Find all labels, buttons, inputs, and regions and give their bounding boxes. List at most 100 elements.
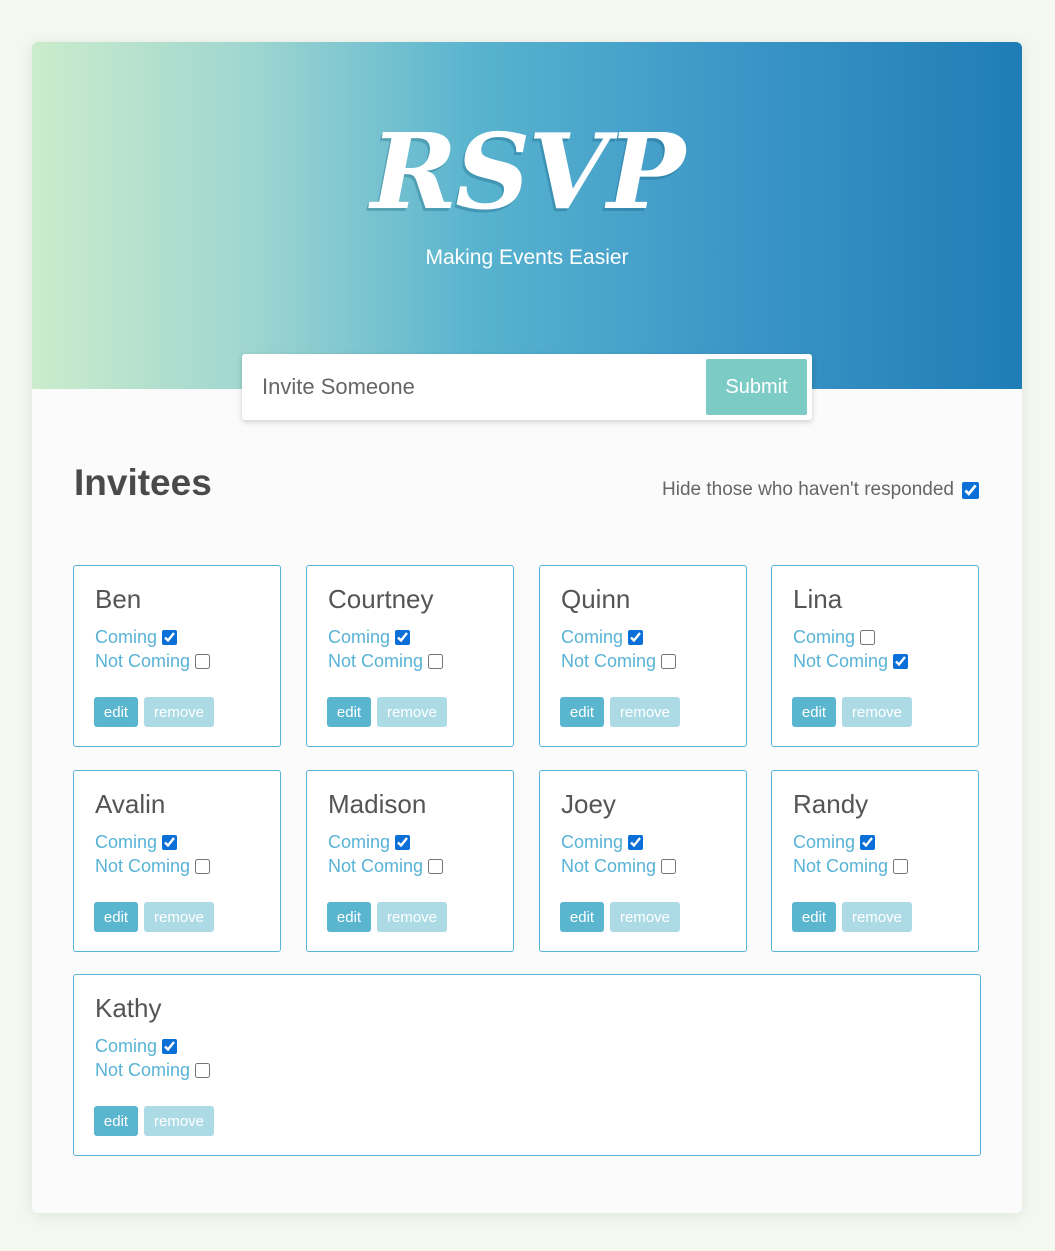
edit-button[interactable]: edit [792,902,836,932]
tagline: Making Events Easier [425,246,629,269]
coming-checkbox[interactable] [162,835,178,850]
invitee-card: Madison Coming Not Coming edit remove [306,770,514,952]
edit-button[interactable]: edit [94,902,138,932]
hide-unresponded-filter[interactable]: Hide those who haven't responded [662,479,979,501]
coming-label: Coming [561,832,624,852]
not-coming-label: Not Coming [95,1060,191,1080]
invitee-card: Quinn Coming Not Coming edit remove [539,565,747,747]
not-coming-checkbox[interactable] [893,654,909,669]
coming-option[interactable]: Coming [561,832,644,853]
remove-button[interactable]: remove [842,697,912,727]
remove-button[interactable]: remove [610,902,680,932]
filter-label: Hide those who haven't responded [662,479,954,500]
coming-option[interactable]: Coming [793,832,876,853]
edit-button[interactable]: edit [560,697,604,727]
remove-button[interactable]: remove [377,902,447,932]
not-coming-checkbox[interactable] [195,654,211,669]
invitee-card: Courtney Coming Not Coming edit remove [306,565,514,747]
header-banner: RSVP Making Events Easier [32,42,1022,389]
not-coming-option[interactable]: Not Coming [95,1060,211,1081]
edit-button[interactable]: edit [560,902,604,932]
invitee-card: Avalin Coming Not Coming edit remove [73,770,281,952]
remove-button[interactable]: remove [144,902,214,932]
coming-checkbox[interactable] [860,630,876,645]
coming-checkbox[interactable] [628,835,644,850]
coming-label: Coming [328,832,391,852]
not-coming-label: Not Coming [561,856,657,876]
invitee-card: Kathy Coming Not Coming edit remove [73,974,981,1156]
remove-button[interactable]: remove [144,1106,214,1136]
hide-unresponded-checkbox[interactable] [962,481,979,499]
coming-checkbox[interactable] [395,630,411,645]
not-coming-checkbox[interactable] [661,859,677,874]
not-coming-label: Not Coming [793,651,889,671]
coming-label: Coming [95,627,158,647]
coming-option[interactable]: Coming [328,832,411,853]
invitee-name: Joey [561,789,616,819]
not-coming-checkbox[interactable] [893,859,909,874]
not-coming-label: Not Coming [328,856,424,876]
edit-button[interactable]: edit [94,697,138,727]
rsvp-logo: RSVP [370,110,685,233]
coming-checkbox[interactable] [860,835,876,850]
edit-button[interactable]: edit [327,902,371,932]
coming-label: Coming [561,627,624,647]
invitee-card: Ben Coming Not Coming edit remove [73,565,281,747]
not-coming-checkbox[interactable] [428,654,444,669]
coming-checkbox[interactable] [162,1039,178,1054]
invitee-card: Randy Coming Not Coming edit remove [771,770,979,952]
not-coming-option[interactable]: Not Coming [561,856,677,877]
not-coming-checkbox[interactable] [661,654,677,669]
remove-button[interactable]: remove [144,697,214,727]
edit-button[interactable]: edit [327,697,371,727]
coming-checkbox[interactable] [395,835,411,850]
edit-button[interactable]: edit [792,697,836,727]
coming-checkbox[interactable] [162,630,178,645]
submit-button[interactable]: Submit [706,359,807,415]
not-coming-label: Not Coming [328,651,424,671]
coming-label: Coming [95,832,158,852]
coming-label: Coming [793,627,856,647]
invitees-heading: Invitees [74,462,212,503]
remove-button[interactable]: remove [377,697,447,727]
coming-option[interactable]: Coming [328,627,411,648]
invitee-name: Avalin [95,789,166,819]
not-coming-option[interactable]: Not Coming [328,856,444,877]
coming-option[interactable]: Coming [793,627,876,648]
not-coming-option[interactable]: Not Coming [793,856,909,877]
not-coming-label: Not Coming [561,651,657,671]
not-coming-label: Not Coming [95,856,191,876]
invitee-name: Lina [793,584,843,614]
coming-label: Coming [95,1036,158,1056]
not-coming-checkbox[interactable] [195,859,211,874]
remove-button[interactable]: remove [842,902,912,932]
edit-button[interactable]: edit [94,1106,138,1136]
coming-option[interactable]: Coming [561,627,644,648]
invitee-name: Courtney [328,584,434,614]
not-coming-option[interactable]: Not Coming [793,651,909,672]
invitee-name: Randy [793,789,869,819]
coming-option[interactable]: Coming [95,1036,178,1057]
not-coming-label: Not Coming [793,856,889,876]
not-coming-option[interactable]: Not Coming [95,856,211,877]
app-container: RSVP Making Events Easier Submit Invitee… [32,42,1022,1213]
coming-label: Coming [793,832,856,852]
not-coming-checkbox[interactable] [428,859,444,874]
invite-input[interactable] [242,354,702,420]
coming-checkbox[interactable] [628,630,644,645]
invitee-name: Ben [95,584,142,614]
coming-option[interactable]: Coming [95,627,178,648]
invitee-card: Joey Coming Not Coming edit remove [539,770,747,952]
invitee-name: Kathy [95,993,162,1023]
invitee-card: Lina Coming Not Coming edit remove [771,565,979,747]
remove-button[interactable]: remove [610,697,680,727]
invitee-name: Quinn [561,584,631,614]
not-coming-option[interactable]: Not Coming [95,651,211,672]
invite-form: Submit [242,354,812,420]
not-coming-option[interactable]: Not Coming [561,651,677,672]
invitee-name: Madison [328,789,427,819]
not-coming-label: Not Coming [95,651,191,671]
coming-option[interactable]: Coming [95,832,178,853]
not-coming-checkbox[interactable] [195,1063,211,1078]
not-coming-option[interactable]: Not Coming [328,651,444,672]
